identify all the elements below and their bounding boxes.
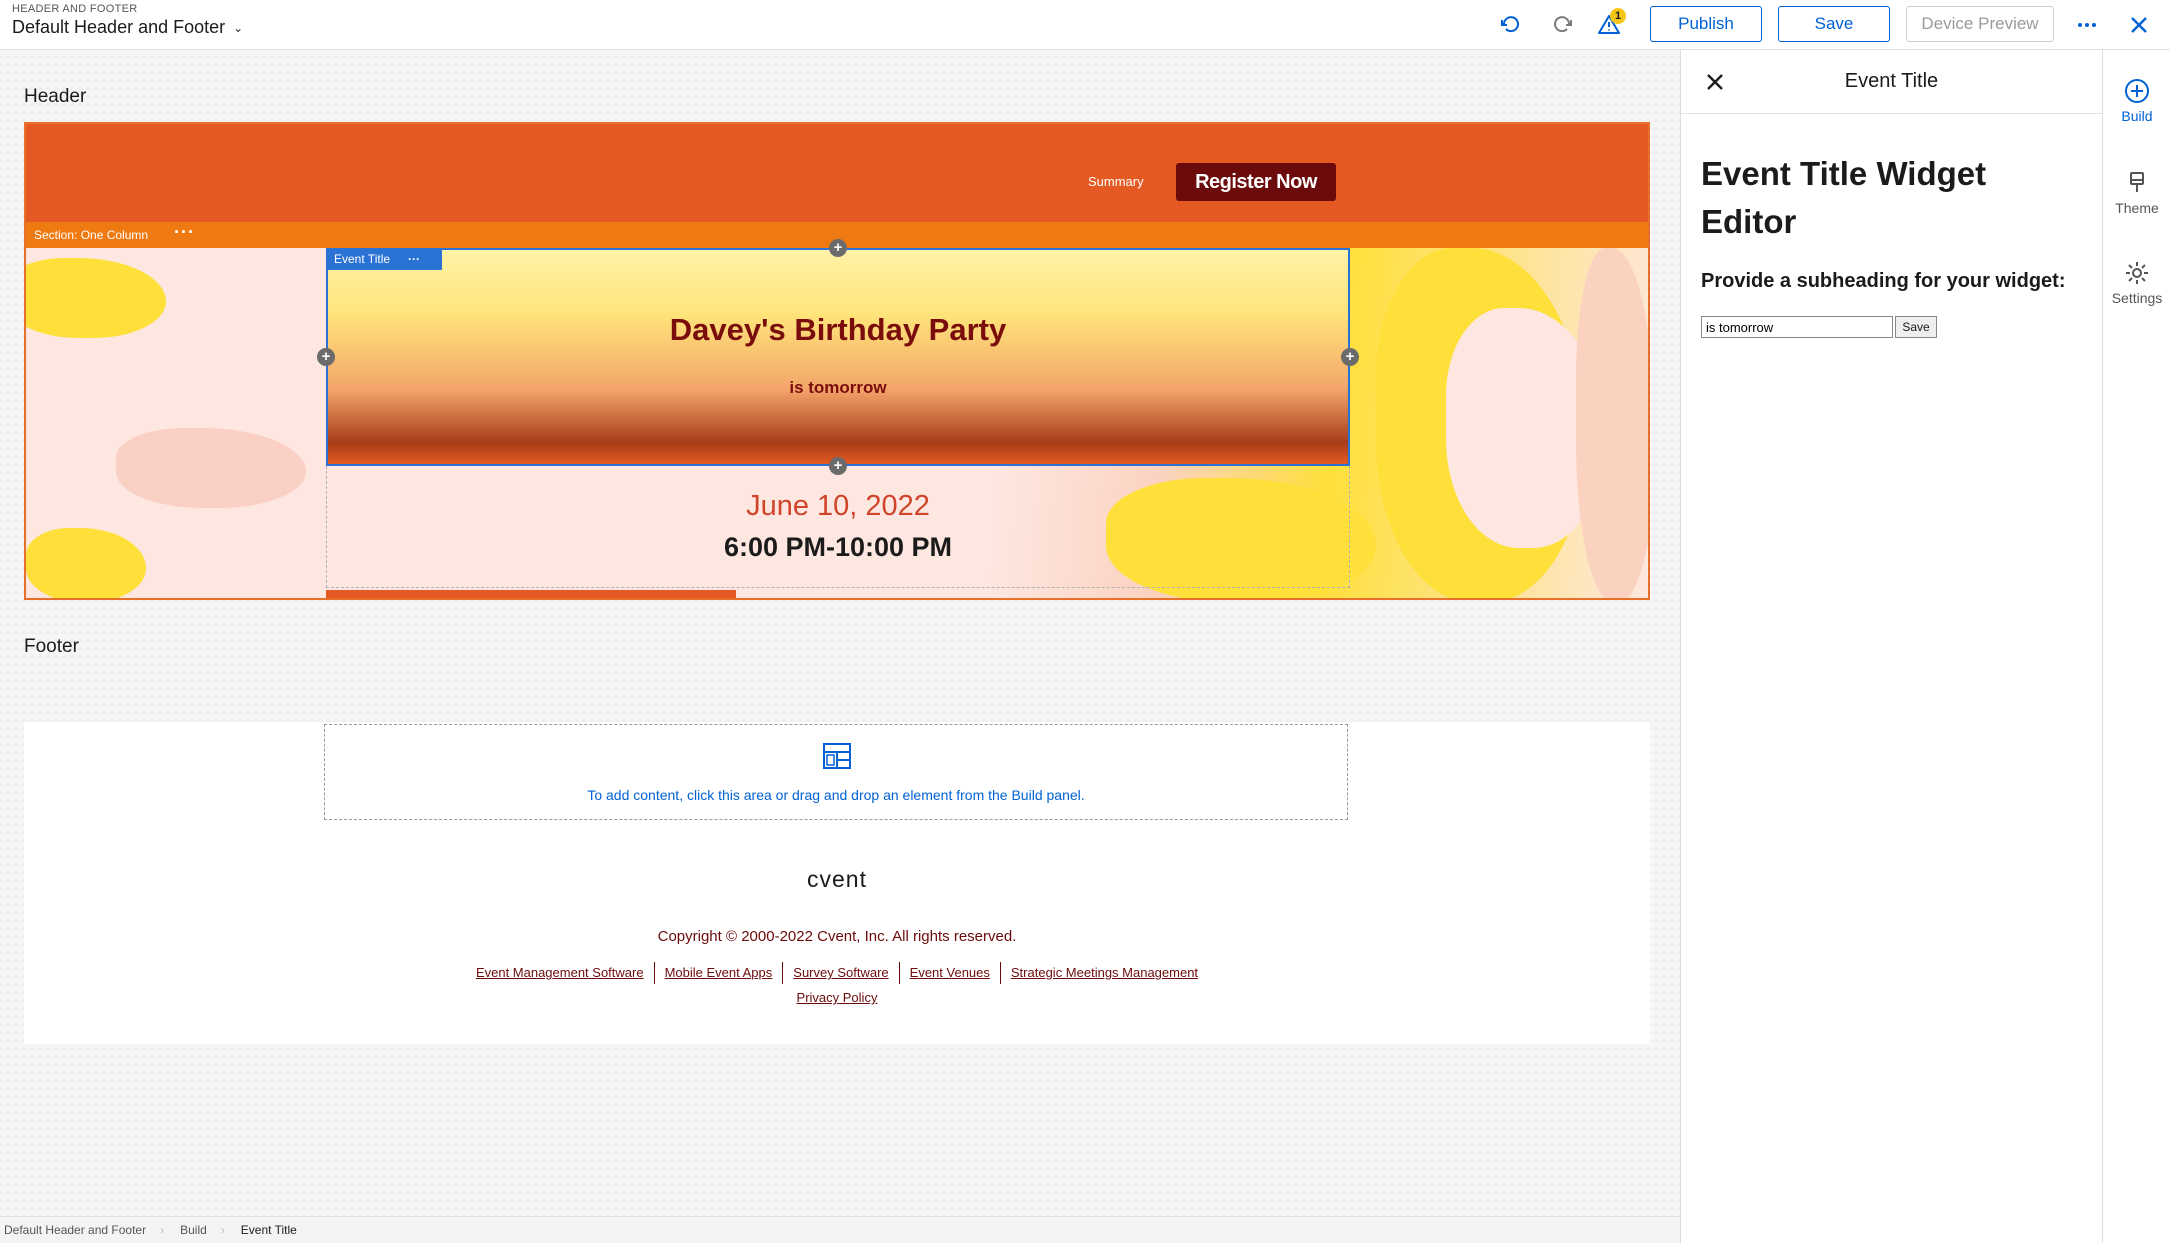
decorative-bar <box>326 590 736 598</box>
event-title-text: Davey's Birthday Party <box>669 312 1007 347</box>
footer-link-venues[interactable]: Event Venues <box>898 962 1000 984</box>
add-left-icon[interactable]: + <box>317 348 335 366</box>
header-section-label: Header <box>24 86 87 107</box>
breadcrumb: Default Header and Footer › Build › Even… <box>0 1216 1680 1243</box>
panel-header: Event Title <box>1681 50 2102 114</box>
gear-icon <box>2126 262 2148 284</box>
footer-link-survey[interactable]: Survey Software <box>782 962 898 984</box>
event-subheading-text: is tomorrow <box>789 378 887 397</box>
page-title: Default Header and Footer <box>12 17 226 37</box>
widget-more-icon[interactable]: ··· <box>408 252 420 266</box>
header-top-bar: Summary Register Now <box>26 124 1648 222</box>
rail-theme-label: Theme <box>2115 200 2159 216</box>
rail-settings[interactable]: Settings <box>2103 260 2170 306</box>
footer-links: Event Management Software Mobile Event A… <box>24 962 1650 984</box>
copyright-text: Copyright © 2000-2022 Cvent, Inc. All ri… <box>657 928 1017 945</box>
redo-icon[interactable] <box>1547 10 1577 40</box>
decorative-splash <box>1576 248 1648 598</box>
side-rail: Build Theme Settings <box>2102 50 2170 1243</box>
subheading-save-button[interactable]: Save <box>1895 316 1937 338</box>
event-date: June 10, 2022 <box>746 490 930 522</box>
top-bar: HEADER AND FOOTER Default Header and Foo… <box>0 0 2170 50</box>
paintbrush-icon <box>2130 172 2144 192</box>
rail-settings-label: Settings <box>2111 290 2163 306</box>
chevron-right-icon: › <box>160 1223 165 1237</box>
cvent-logo: cvent <box>807 866 867 892</box>
breadcrumb-item[interactable]: Default Header and Footer › <box>0 1223 176 1237</box>
plus-circle-icon <box>2125 79 2149 103</box>
layout-icon <box>823 743 851 774</box>
rail-build[interactable]: Build <box>2103 78 2170 124</box>
publish-button[interactable]: Publish <box>1650 6 1762 42</box>
drop-zone-hint: To add content, click this area or drag … <box>587 787 1085 803</box>
event-time: 6:00 PM-10:00 PM <box>723 532 953 562</box>
summary-link[interactable]: Summary <box>1088 174 1144 189</box>
breadcrumb-label: Default Header and Footer <box>4 1223 147 1237</box>
footer-link-mobile-apps[interactable]: Mobile Event Apps <box>653 962 783 984</box>
decorative-splash <box>26 528 146 598</box>
footer-link-strategic-meetings[interactable]: Strategic Meetings Management <box>999 962 1208 984</box>
chevron-right-icon: › <box>220 1223 225 1237</box>
section-more-icon[interactable]: ··· <box>174 222 195 243</box>
footer-block[interactable]: To add content, click this area or drag … <box>24 722 1650 1044</box>
add-above-icon[interactable]: + <box>829 239 847 257</box>
section-label: Section: One Column <box>34 228 149 242</box>
device-preview-button[interactable]: Device Preview <box>1906 6 2054 42</box>
add-right-icon[interactable]: + <box>1341 348 1359 366</box>
event-title-widget-tab[interactable]: Event Title ··· <box>326 248 442 270</box>
register-now-button[interactable]: Register Now <box>1176 163 1336 201</box>
more-options-icon[interactable] <box>2072 10 2102 40</box>
subheading-prompt: Provide a subheading for your widget: <box>1701 270 2066 292</box>
rail-theme[interactable]: Theme <box>2103 170 2170 216</box>
event-date-widget[interactable]: June 10, 2022 6:00 PM-10:00 PM <box>326 466 1350 588</box>
panel-title: Event Title <box>1844 70 1939 92</box>
privacy-policy-link[interactable]: Privacy Policy <box>24 990 1650 1005</box>
page-title-dropdown[interactable]: Default Header and Footer ⌄ <box>12 17 243 38</box>
footer-section-label: Footer <box>24 636 79 657</box>
breadcrumb-item-current: Event Title <box>237 1223 309 1237</box>
event-title-widget[interactable]: Event Title ··· Davey's Birthday Party i… <box>326 248 1350 466</box>
warning-count-badge: 1 <box>1610 8 1626 24</box>
widget-tab-label: Event Title <box>334 252 391 266</box>
breadcrumb-label: Event Title <box>240 1223 297 1237</box>
undo-icon[interactable] <box>1496 10 1526 40</box>
footer-link-event-management[interactable]: Event Management Software <box>466 962 654 984</box>
page-type-label: HEADER AND FOOTER <box>12 3 138 15</box>
editor-canvas: Header Summary Register Now Section: One… <box>0 50 1680 1216</box>
close-icon[interactable] <box>2124 10 2154 40</box>
empty-drop-zone[interactable]: To add content, click this area or drag … <box>324 724 1348 820</box>
breadcrumb-label: Build <box>180 1223 207 1237</box>
decorative-splash <box>116 428 306 508</box>
chevron-down-icon: ⌄ <box>233 20 244 35</box>
save-button[interactable]: Save <box>1778 6 1890 42</box>
subheading-input[interactable] <box>1701 316 1893 338</box>
header-block[interactable]: Summary Register Now Section: One Column… <box>24 122 1650 600</box>
breadcrumb-item[interactable]: Build › <box>176 1223 237 1237</box>
decorative-splash <box>26 258 166 338</box>
rail-build-label: Build <box>2121 108 2153 124</box>
widget-editor-panel: Event Title Event Title Widget Editor Pr… <box>1680 50 2102 1243</box>
widget-editor-heading: Event Title Widget Editor <box>1701 155 1987 240</box>
